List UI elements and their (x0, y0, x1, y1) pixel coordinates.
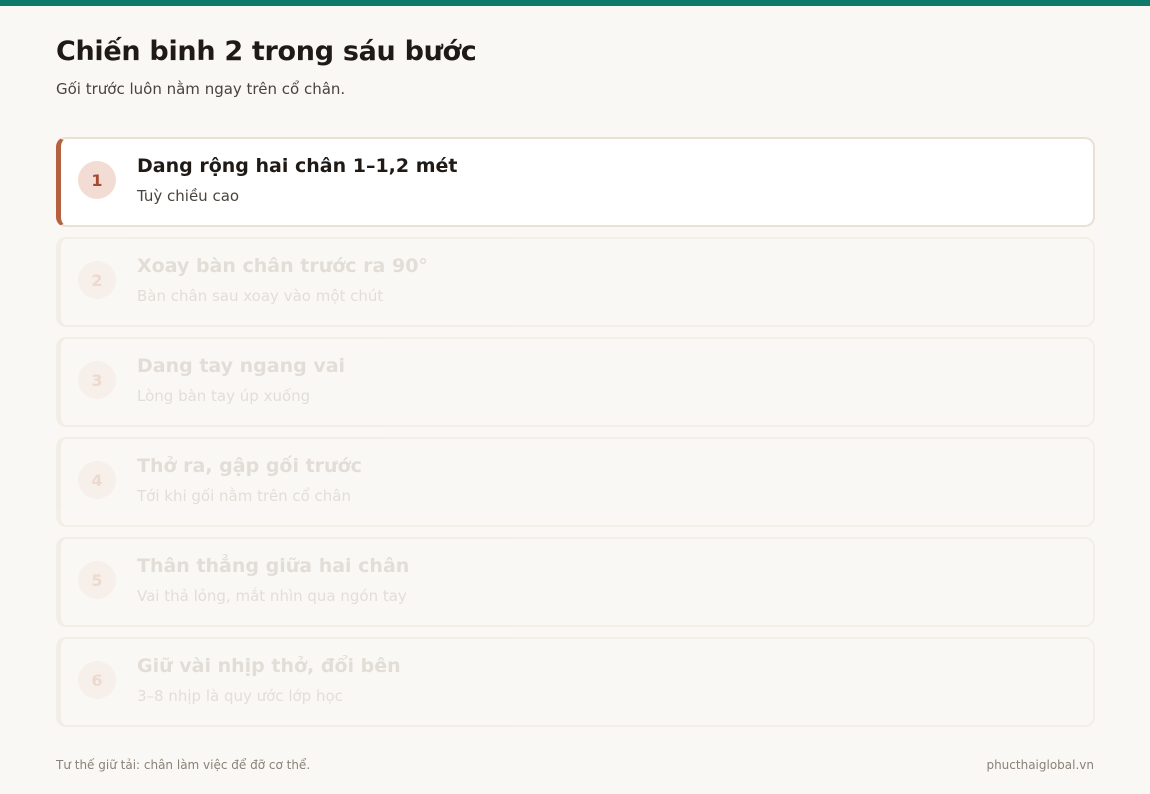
step-card-6[interactable]: 6 Giữ vài nhịp thở, đổi bên 3–8 nhịp là … (56, 637, 1095, 727)
page-title: Chiến binh 2 trong sáu bước (56, 36, 477, 67)
step-card-1[interactable]: 1 Dang rộng hai chân 1–1,2 mét Tuỳ chiều… (56, 137, 1095, 227)
step-subtitle: Bàn chân sau xoay vào một chút (137, 287, 384, 305)
step-title: Xoay bàn chân trước ra 90° (137, 255, 428, 277)
step-title: Giữ vài nhịp thở, đổi bên (137, 655, 401, 677)
step-number-badge: 4 (78, 461, 116, 499)
footer-domain: phucthaiglobal.vn (986, 758, 1094, 772)
page-subtitle: Gối trước luôn nằm ngay trên cổ chân. (56, 80, 346, 98)
step-subtitle: Vai thả lỏng, mắt nhìn qua ngón tay (137, 587, 407, 605)
step-title: Thở ra, gập gối trước (137, 455, 362, 477)
top-accent-bar (0, 0, 1150, 6)
step-number-badge: 3 (78, 361, 116, 399)
footer-note: Tư thế giữ tải: chân làm việc để đỡ cơ t… (56, 758, 311, 772)
step-card-2[interactable]: 2 Xoay bàn chân trước ra 90° Bàn chân sa… (56, 237, 1095, 327)
steps-list: 1 Dang rộng hai chân 1–1,2 mét Tuỳ chiều… (56, 137, 1095, 737)
step-title: Dang tay ngang vai (137, 355, 346, 377)
step-title: Dang rộng hai chân 1–1,2 mét (137, 155, 458, 177)
step-subtitle: Tới khi gối nằm trên cổ chân (137, 487, 351, 505)
step-title: Thân thẳng giữa hai chân (137, 555, 410, 577)
step-number-badge: 5 (78, 561, 116, 599)
step-subtitle: Lòng bàn tay úp xuống (137, 387, 311, 405)
step-number-badge: 1 (78, 161, 116, 199)
step-subtitle: 3–8 nhịp là quy ước lớp học (137, 687, 343, 705)
step-card-4[interactable]: 4 Thở ra, gập gối trước Tới khi gối nằm … (56, 437, 1095, 527)
step-card-3[interactable]: 3 Dang tay ngang vai Lòng bàn tay úp xuố… (56, 337, 1095, 427)
step-number-badge: 2 (78, 261, 116, 299)
step-card-5[interactable]: 5 Thân thẳng giữa hai chân Vai thả lỏng,… (56, 537, 1095, 627)
step-number-badge: 6 (78, 661, 116, 699)
step-subtitle: Tuỳ chiều cao (137, 187, 240, 205)
